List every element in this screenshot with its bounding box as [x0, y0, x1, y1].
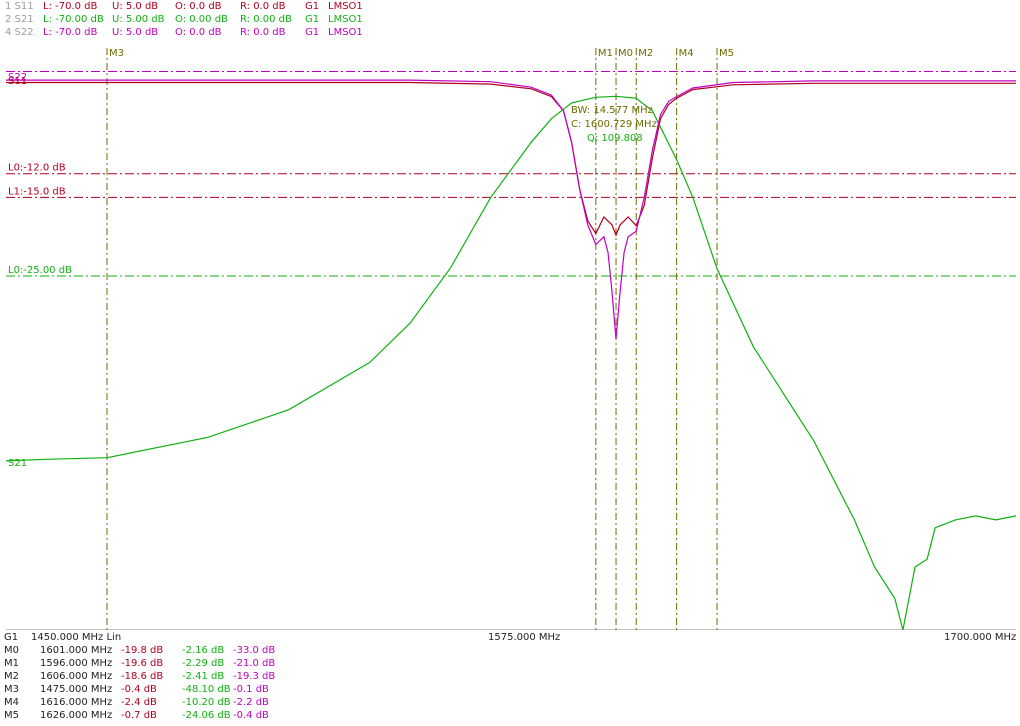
- trace-upper: U: 5.0 dB: [112, 1, 159, 12]
- marker-s11: -0.7 dB: [121, 710, 157, 721]
- axis-group: G1: [4, 632, 19, 643]
- marker-s21: -2.29 dB: [182, 658, 225, 669]
- marker-label-m4: M4: [679, 48, 694, 59]
- marker-s22: -19.3 dB: [233, 671, 276, 682]
- limit-label-0: L0:-12.0 dB: [8, 163, 66, 174]
- limit-label-1: L1:-15.0 dB: [8, 186, 66, 197]
- marker-label-m2: M2: [638, 48, 653, 59]
- marker-s21: -2.16 dB: [182, 645, 225, 656]
- marker-s22: -0.1 dB: [233, 684, 269, 695]
- marker-label-m0: M0: [618, 48, 633, 59]
- trace-id: 4 S22: [5, 27, 34, 38]
- trace-group: G1: [305, 14, 320, 25]
- trace-upper: U: 5.00 dB: [112, 14, 165, 25]
- trace-ref: R: 0.0 dB: [240, 1, 286, 12]
- axis-center: 1575.000 MHz: [488, 632, 561, 643]
- marker-s22: -2.2 dB: [233, 697, 269, 708]
- annotation-q: Q: 109.808: [587, 133, 643, 144]
- trace-group: G1: [305, 27, 320, 38]
- annotation-center: C: 1600.729 MHz: [571, 119, 657, 130]
- trace-offset: O: 0.00 dB: [175, 14, 228, 25]
- trace-id: 1 S11: [5, 1, 34, 12]
- marker-s11: -19.8 dB: [121, 645, 164, 656]
- marker-s22: -21.0 dB: [233, 658, 276, 669]
- marker-s21: -48.10 dB: [182, 684, 231, 695]
- marker-name: M4: [4, 697, 19, 708]
- marker-s21: -2.41 dB: [182, 671, 225, 682]
- marker-freq: 1475.000 MHz: [40, 684, 113, 695]
- marker-freq: 1626.000 MHz: [40, 710, 113, 721]
- trace-mode: LMSO1: [328, 14, 363, 25]
- marker-label-m3: M3: [109, 48, 124, 59]
- marker-freq: 1596.000 MHz: [40, 658, 113, 669]
- trace-mode: LMSO1: [328, 27, 363, 38]
- plot-area[interactable]: L0:-12.0 dB L1:-15.0 dB L0:-25.00 dB M3 M1 M…: [0, 0, 1020, 630]
- marker-s22: -33.0 dB: [233, 645, 276, 656]
- marker-name: M3: [4, 684, 19, 695]
- marker-s21: -24.06 dB: [182, 710, 231, 721]
- trace-group: G1: [305, 1, 320, 12]
- marker-s11: -0.4 dB: [121, 684, 157, 695]
- marker-name: M2: [4, 671, 19, 682]
- axis-start: 1450.000 MHz Lin: [31, 632, 122, 643]
- marker-s21: -10.20 dB: [182, 697, 231, 708]
- marker-name: M1: [4, 658, 19, 669]
- marker-table: G1 1450.000 MHz Lin 1575.000 MHz 1700.00…: [0, 630, 1020, 726]
- marker-freq: 1606.000 MHz: [40, 671, 113, 682]
- trace-label-s11: S11: [8, 76, 27, 87]
- trace-id: 2 S21: [5, 14, 34, 25]
- trace-ref: R: 0.0 dB: [240, 27, 286, 38]
- marker-name: M5: [4, 710, 19, 721]
- trace-lower: L: -70.0 dB: [43, 27, 98, 38]
- trace-settings-header: 1 S11 L: -70.0 dB U: 5.0 dB O: 0.0 dB R:…: [0, 0, 1020, 40]
- trace-mode: LMSO1: [328, 1, 363, 12]
- trace-lower: L: -70.0 dB: [43, 1, 98, 12]
- plot-background: [6, 40, 1016, 630]
- marker-s11: -19.6 dB: [121, 658, 164, 669]
- trace-lower: L: -70.00 dB: [43, 14, 104, 25]
- marker-s11: -2.4 dB: [121, 697, 157, 708]
- marker-freq: 1616.000 MHz: [40, 697, 113, 708]
- trace-offset: O: 0.0 dB: [175, 27, 222, 38]
- trace-offset: O: 0.0 dB: [175, 1, 222, 12]
- marker-label-m5: M5: [719, 48, 734, 59]
- axis-stop: 1700.000 MHz: [944, 632, 1017, 643]
- trace-ref: R: 0.00 dB: [240, 14, 292, 25]
- marker-s22: -0.4 dB: [233, 710, 269, 721]
- marker-freq: 1601.000 MHz: [40, 645, 113, 656]
- marker-name: M0: [4, 645, 19, 656]
- trace-label-s21: S21: [8, 458, 27, 469]
- marker-label-m1: M1: [598, 48, 613, 59]
- marker-s11: -18.6 dB: [121, 671, 164, 682]
- trace-upper: U: 5.0 dB: [112, 27, 159, 38]
- limit-label-2: L0:-25.00 dB: [8, 265, 72, 276]
- annotation-bw: BW: 14.577 MHz: [571, 105, 653, 116]
